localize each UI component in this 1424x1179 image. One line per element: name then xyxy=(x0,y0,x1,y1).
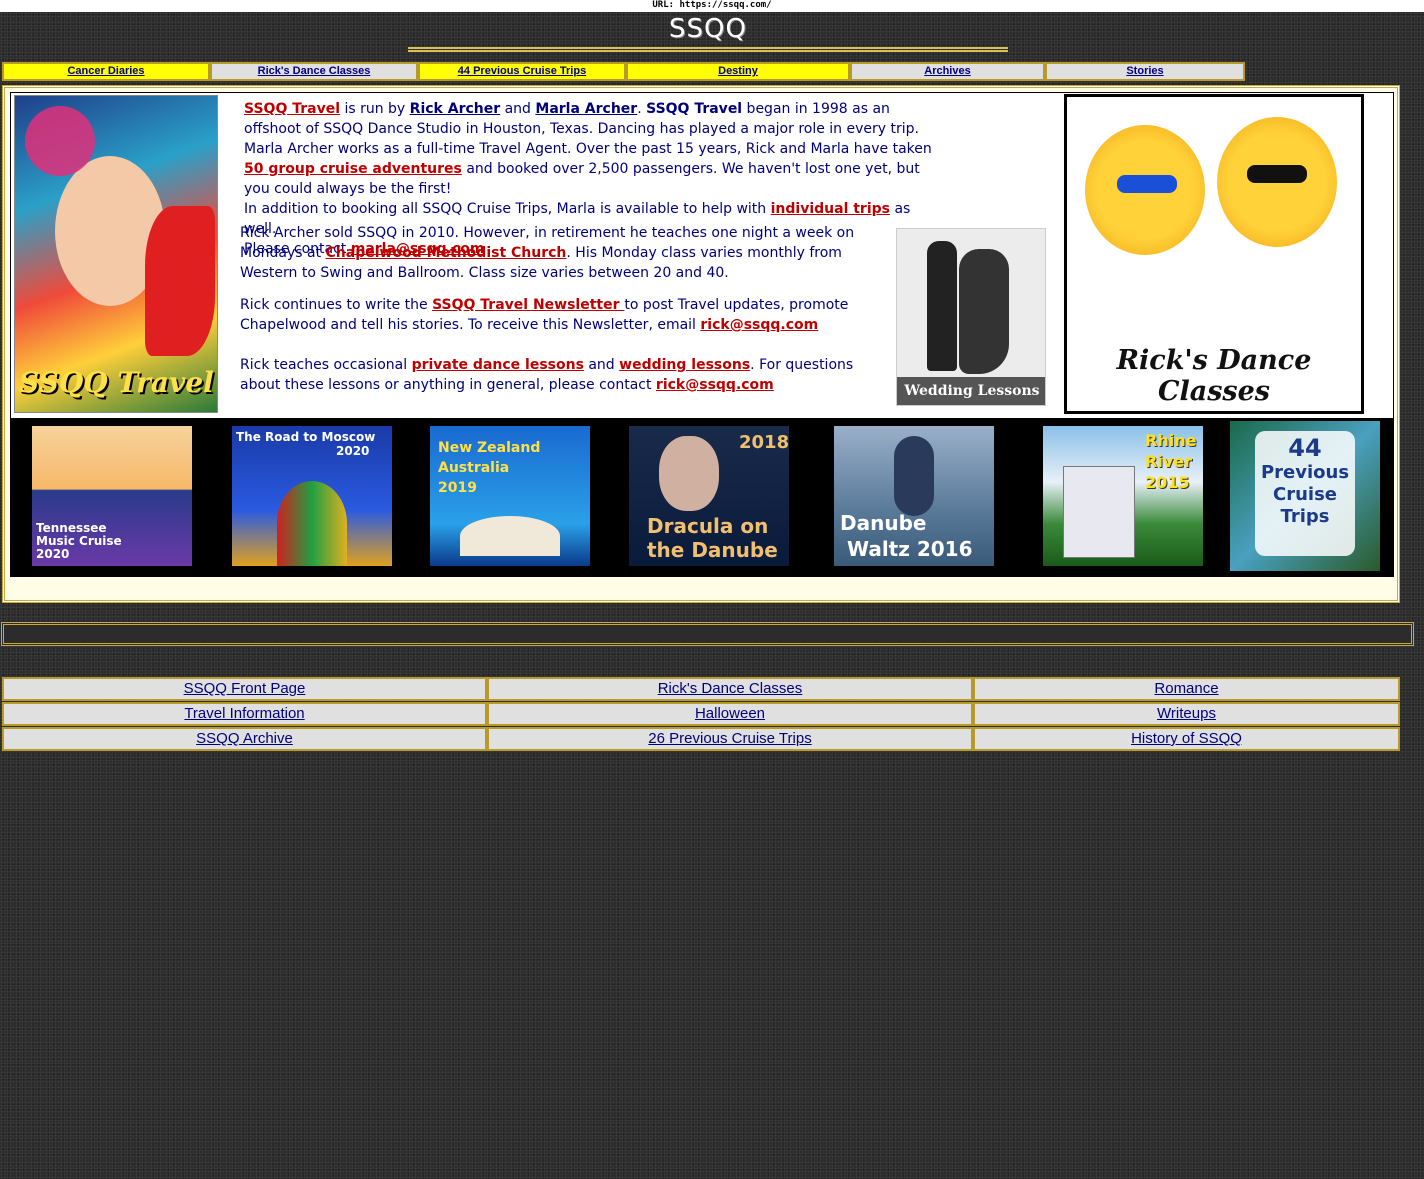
bottom-nav-previous-cruise-trips[interactable]: 26 Previous Cruise Trips xyxy=(487,727,973,751)
bottom-nav-romance[interactable]: Romance xyxy=(973,677,1400,701)
wedding-lessons-image[interactable]: Wedding Lessons xyxy=(896,228,1046,406)
poster-nz-line2: Australia xyxy=(438,460,510,476)
flower-shape xyxy=(25,106,95,176)
poster-nz-line3: 2019 xyxy=(438,480,477,496)
site-title: SSQQ xyxy=(669,14,747,44)
poster-tennessee-line3: 2020 xyxy=(36,547,70,561)
intro-and: and xyxy=(500,101,536,117)
newsletter-link[interactable]: SSQQ Travel Newsletter xyxy=(432,297,624,313)
nav-previous-cruise-trips[interactable]: 44 Previous Cruise Trips xyxy=(418,62,626,81)
group-cruise-link[interactable]: 50 group cruise adventures xyxy=(244,161,462,177)
poster-danube-waltz[interactable]: Danube Waltz 2016 xyxy=(834,426,994,566)
bottom-nav-history[interactable]: History of SSQQ xyxy=(973,727,1400,751)
poster-moscow-line2: 2020 xyxy=(336,444,370,458)
sunglasses-left-icon xyxy=(1117,175,1177,193)
marla-archer-link[interactable]: Marla Archer xyxy=(535,101,637,117)
rick-archer-link[interactable]: Rick Archer xyxy=(410,101,500,117)
poster-44-line1: 44 xyxy=(1288,434,1322,462)
poster-rhine-river[interactable]: Rhine River 2015 xyxy=(1043,426,1203,566)
poster-44-line4: Trips xyxy=(1280,506,1330,527)
poster-danube-line2: Waltz 2016 xyxy=(846,537,973,561)
poster-new-zealand-title: New Zealand Australia 2019 xyxy=(438,438,540,498)
poster-dracula[interactable]: 2018 Dracula on the Danube xyxy=(629,426,789,566)
poster-dracula-title: Dracula on the Danube xyxy=(647,514,778,562)
poster-dracula-line2: Dracula on xyxy=(647,514,769,538)
bottom-nav-writeups[interactable]: Writeups xyxy=(973,702,1400,726)
rick-email-link[interactable]: rick@ssqq.com xyxy=(700,317,818,333)
main-panel: SSQQ Travel SSQQ Travel is run by Rick A… xyxy=(2,85,1400,603)
nav-archives[interactable]: Archives xyxy=(850,62,1045,81)
wedding-lessons-caption: Wedding Lessons xyxy=(897,377,1045,405)
cathedral-shape xyxy=(277,481,347,566)
poster-rhine-line2: River xyxy=(1145,452,1192,471)
poster-tennessee-line2: Music Cruise xyxy=(36,534,122,548)
poster-44-title: 44 Previous Cruise Trips xyxy=(1255,434,1355,528)
nav-stories[interactable]: Stories xyxy=(1045,62,1245,81)
lessons-text-1: Rick teaches occasional xyxy=(240,357,412,373)
parrot-shape xyxy=(145,206,215,356)
poster-nz-line1: New Zealand xyxy=(438,440,541,456)
poster-moscow[interactable]: The Road to Moscow 2020 xyxy=(232,426,392,566)
poster-danube-title: Danube Waltz 2016 xyxy=(840,510,973,562)
retirement-paragraph: Rick Archer sold SSQQ in 2010. However, … xyxy=(240,223,890,283)
poster-rhine-line3: 2015 xyxy=(1145,473,1190,492)
poster-dracula-year: 2018 xyxy=(739,432,789,453)
cruise-poster-strip: Tennessee Music Cruise 2020 The Road to Mo… xyxy=(10,419,1394,577)
intro-section: SSQQ Travel SSQQ Travel is run by Rick A… xyxy=(10,92,1394,419)
sunglasses-right-icon xyxy=(1247,165,1307,183)
castle-shape xyxy=(1063,466,1135,558)
groom-silhouette xyxy=(927,241,957,371)
bottom-nav-front-page[interactable]: SSQQ Front Page xyxy=(2,677,487,701)
chapelwood-link[interactable]: Chapelwood Methodist Church xyxy=(326,245,567,261)
url-bar: URL: https://ssqq.com/ xyxy=(0,0,1424,12)
bottom-nav-archive[interactable]: SSQQ Archive xyxy=(2,727,487,751)
poster-moscow-line1: The Road to Moscow xyxy=(236,430,376,444)
nav-ricks-dance-classes[interactable]: Rick's Dance Classes xyxy=(210,62,418,81)
poster-rhine-line1: Rhine xyxy=(1145,431,1197,450)
bride-silhouette xyxy=(959,249,1009,374)
dancers-silhouette xyxy=(894,436,934,516)
ssqq-travel-link[interactable]: SSQQ Travel xyxy=(244,101,340,117)
poster-tennessee-line1: Tennessee xyxy=(36,521,107,535)
wedding-lessons-link[interactable]: wedding lessons xyxy=(619,357,750,373)
poster-dracula-line3: the Danube xyxy=(647,538,778,562)
newsletter-text-1: Rick continues to write the xyxy=(240,297,433,313)
bottom-nav-travel-information[interactable]: Travel Information xyxy=(2,702,487,726)
poster-tennessee[interactable]: Tennessee Music Cruise 2020 xyxy=(32,426,192,566)
poster-new-zealand[interactable]: New Zealand Australia 2019 xyxy=(430,426,590,566)
poster-44-line2: Previous xyxy=(1260,462,1350,483)
ssqq-travel-bold: SSQQ Travel xyxy=(646,101,743,117)
ssqq-travel-logo-text: SSQQ Travel xyxy=(19,366,214,399)
opera-house-shape xyxy=(460,516,560,556)
poster-previous-cruise-trips[interactable]: 44 Previous Cruise Trips xyxy=(1230,421,1380,571)
nav-destiny[interactable]: Destiny xyxy=(626,62,850,81)
intro-text-5: In addition to booking all SSQQ Cruise T… xyxy=(244,201,771,217)
individual-trips-link[interactable]: individual trips xyxy=(771,201,890,217)
poster-44-line3: Cruise xyxy=(1273,484,1337,505)
nav-cancer-diaries[interactable]: Cancer Diaries xyxy=(2,62,210,81)
dracula-face-shape xyxy=(659,436,719,511)
private-lessons-link[interactable]: private dance lessons xyxy=(412,357,584,373)
intro-text-1: is run by xyxy=(340,101,410,117)
ricks-dance-classes-caption: Rick's Dance Classes xyxy=(1116,345,1312,407)
newsletter-paragraph: Rick continues to write the SSQQ Travel … xyxy=(240,295,880,335)
lessons-paragraph: Rick teaches occasional private dance le… xyxy=(240,355,880,395)
divider-bar xyxy=(1,622,1414,646)
poster-rhine-title: Rhine River 2015 xyxy=(1145,430,1196,493)
intro-text-2: . xyxy=(637,101,647,117)
title-divider xyxy=(408,47,1008,52)
ricks-dance-classes-image[interactable]: Rick's Dance Classes xyxy=(1064,94,1364,414)
contact-email-link[interactable]: rick@ssqq.com xyxy=(656,377,774,393)
poster-danube-line1: Danube xyxy=(840,511,927,535)
bottom-nav-halloween[interactable]: Halloween xyxy=(487,702,973,726)
poster-tennessee-title: Tennessee Music Cruise 2020 xyxy=(36,522,122,561)
lessons-and: and xyxy=(583,357,620,373)
ssqq-travel-image[interactable]: SSQQ Travel xyxy=(14,95,218,413)
bottom-nav-ricks-dance-classes[interactable]: Rick's Dance Classes xyxy=(487,677,973,701)
